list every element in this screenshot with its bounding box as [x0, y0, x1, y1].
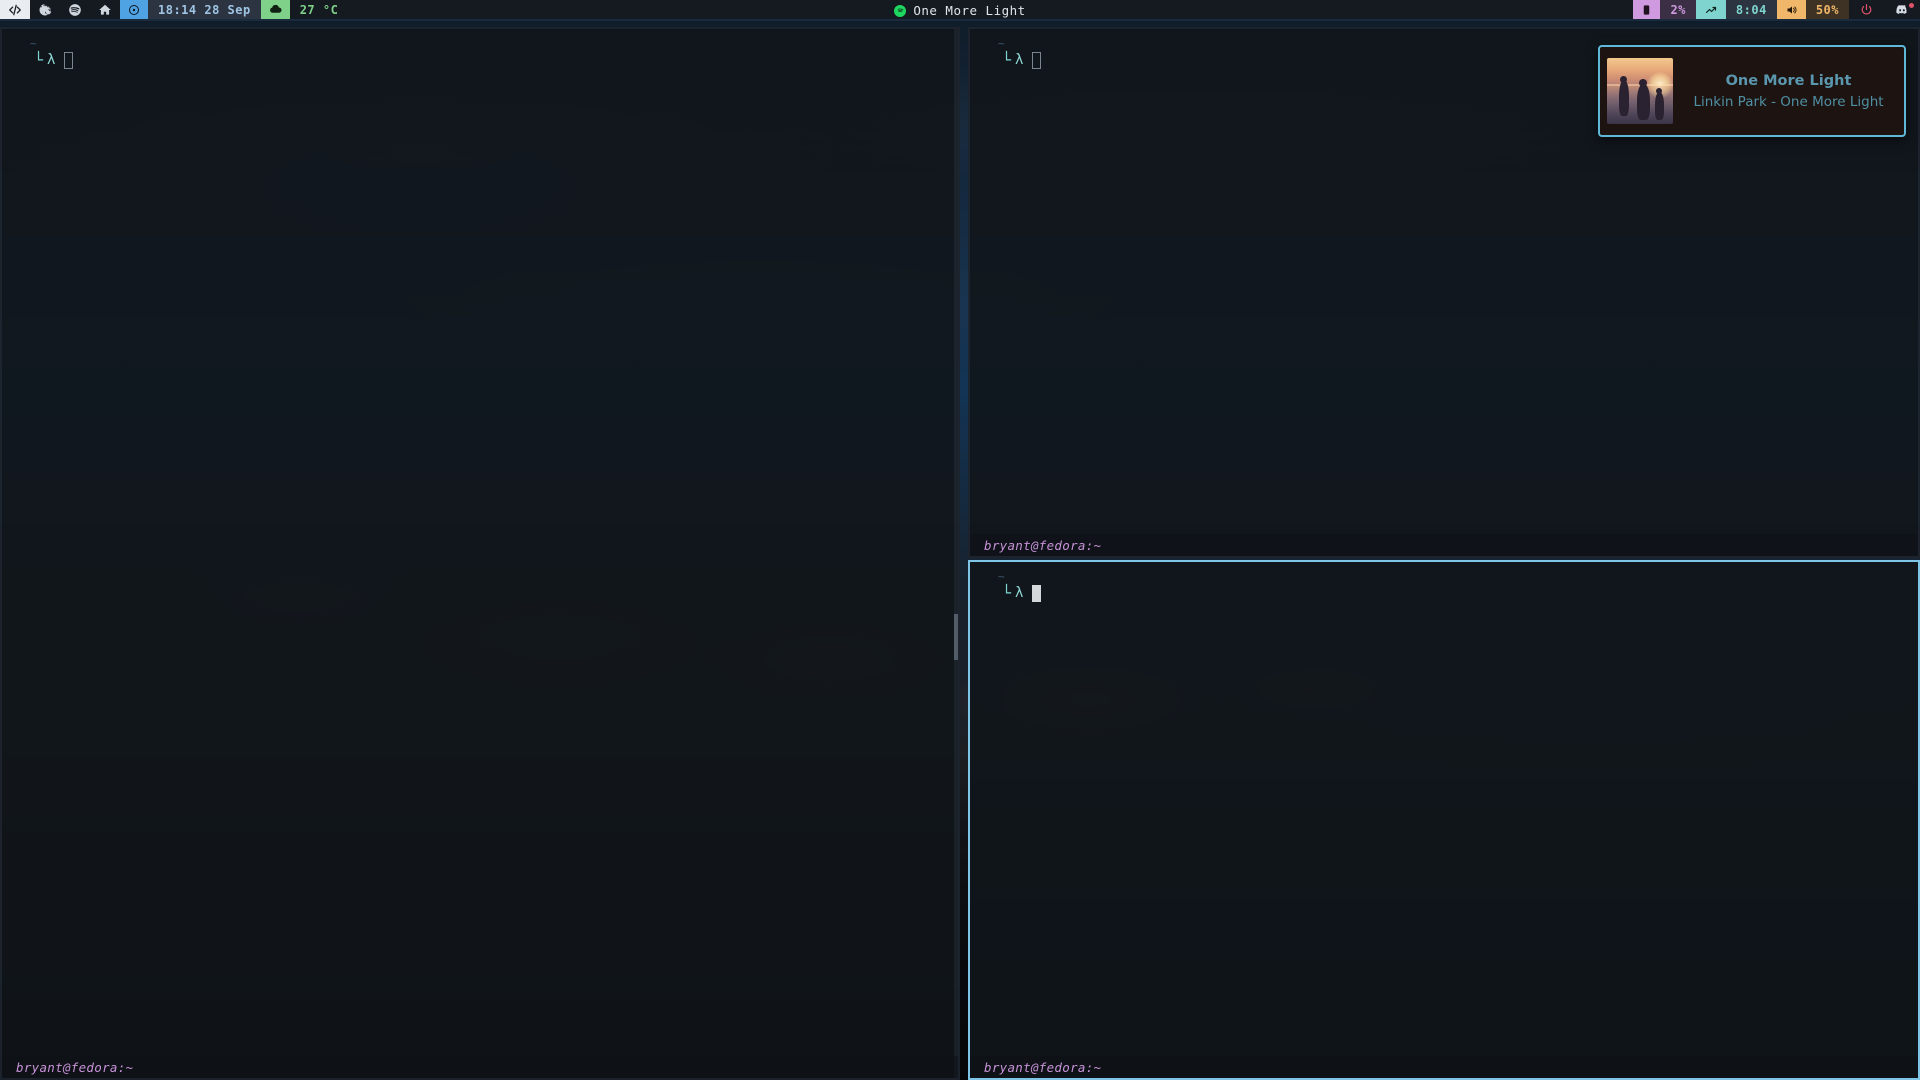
volume-label[interactable]: 50%	[1805, 0, 1849, 19]
weather-label[interactable]: 27 °C	[290, 0, 349, 19]
terminal-left[interactable]: ~ └ λ bryant@fedora:~	[0, 27, 960, 1080]
terminal-left-prompt-block: ~ └ λ	[16, 37, 944, 69]
notification-subtitle: Linkin Park - One More Light	[1693, 93, 1884, 110]
album-art-silhouette-head	[1620, 76, 1627, 83]
terminal-left-status: bryant@fedora:~	[2, 1056, 958, 1078]
top-status-bar: 18:14 28 Sep 27 °C One More Light 2% 8:0…	[0, 0, 1920, 21]
terminal-left-cwd: ~	[30, 37, 38, 50]
spotify-icon[interactable]	[60, 0, 90, 19]
prompt-lambda-icon: λ	[1015, 584, 1024, 601]
network-label[interactable]: 8:04	[1725, 0, 1777, 19]
volume-icon[interactable]	[1776, 0, 1806, 19]
album-art-silhouette	[1655, 92, 1664, 120]
now-playing-title-group[interactable]: One More Light	[894, 3, 1025, 18]
discord-icon[interactable]	[1884, 0, 1920, 19]
terminal-bottom-right-cursor[interactable]	[1032, 585, 1042, 602]
clock-label[interactable]: 18:14 28 Sep	[148, 0, 261, 19]
clock-icon[interactable]	[120, 0, 148, 19]
memory-label[interactable]: 2%	[1660, 0, 1696, 19]
bar-right-section: 2% 8:04 50%	[1633, 0, 1920, 19]
code-icon[interactable]	[0, 0, 30, 19]
prompt-lambda-icon: λ	[47, 51, 56, 68]
terminal-bottom-right-prompt-block: ~ └ λ	[984, 570, 1904, 602]
terminal-left-prompt-line: └ λ	[16, 52, 944, 70]
cloud-icon[interactable]	[260, 0, 290, 19]
firefox-icon[interactable]	[30, 0, 60, 19]
album-art-silhouette-head	[1656, 88, 1662, 94]
trend-up-icon[interactable]	[1695, 0, 1726, 19]
spotify-icon	[894, 4, 907, 17]
terminal-left-scrollbar[interactable]	[954, 29, 958, 1078]
album-art-silhouette	[1619, 80, 1629, 116]
terminal-bottom-right-body[interactable]: ~ └ λ bryant@fedora:~	[970, 562, 1918, 1078]
now-playing-label: One More Light	[913, 3, 1026, 18]
terminal-left-body[interactable]: ~ └ λ bryant@fedora:~	[2, 29, 958, 1078]
album-art-silhouette	[1637, 84, 1650, 120]
prompt-corner-icon: └	[1002, 51, 1012, 69]
terminal-left-cursor[interactable]	[64, 52, 74, 69]
home-icon[interactable]	[90, 0, 120, 19]
power-icon[interactable]	[1849, 0, 1884, 19]
terminal-bottom-right-status: bryant@fedora:~	[970, 1056, 1918, 1078]
terminal-top-right-cursor[interactable]	[1032, 52, 1042, 69]
terminal-top-right-status: bryant@fedora:~	[970, 534, 1918, 556]
notification-text-group: One More Light Linkin Park - One More Li…	[1673, 73, 1904, 110]
prompt-corner-icon: └	[34, 51, 44, 69]
terminal-bottom-right-prompt-line: └ λ	[984, 585, 1904, 603]
terminal-bottom-right-cwd: ~	[998, 570, 1006, 583]
discord-badge-dot	[1909, 3, 1914, 8]
memory-chip-icon[interactable]	[1633, 0, 1661, 19]
terminal-bottom-right[interactable]: ~ └ λ bryant@fedora:~	[968, 560, 1920, 1080]
album-art-image	[1607, 58, 1673, 124]
notification-title: One More Light	[1725, 72, 1852, 89]
music-notification[interactable]: One More Light Linkin Park - One More Li…	[1598, 45, 1906, 137]
prompt-corner-icon: └	[1002, 584, 1012, 602]
bar-left-section: 18:14 28 Sep 27 °C	[0, 0, 348, 19]
album-art-silhouette-head	[1639, 79, 1647, 87]
prompt-lambda-icon: λ	[1015, 51, 1024, 68]
terminal-left-scrollbar-thumb[interactable]	[954, 614, 958, 660]
